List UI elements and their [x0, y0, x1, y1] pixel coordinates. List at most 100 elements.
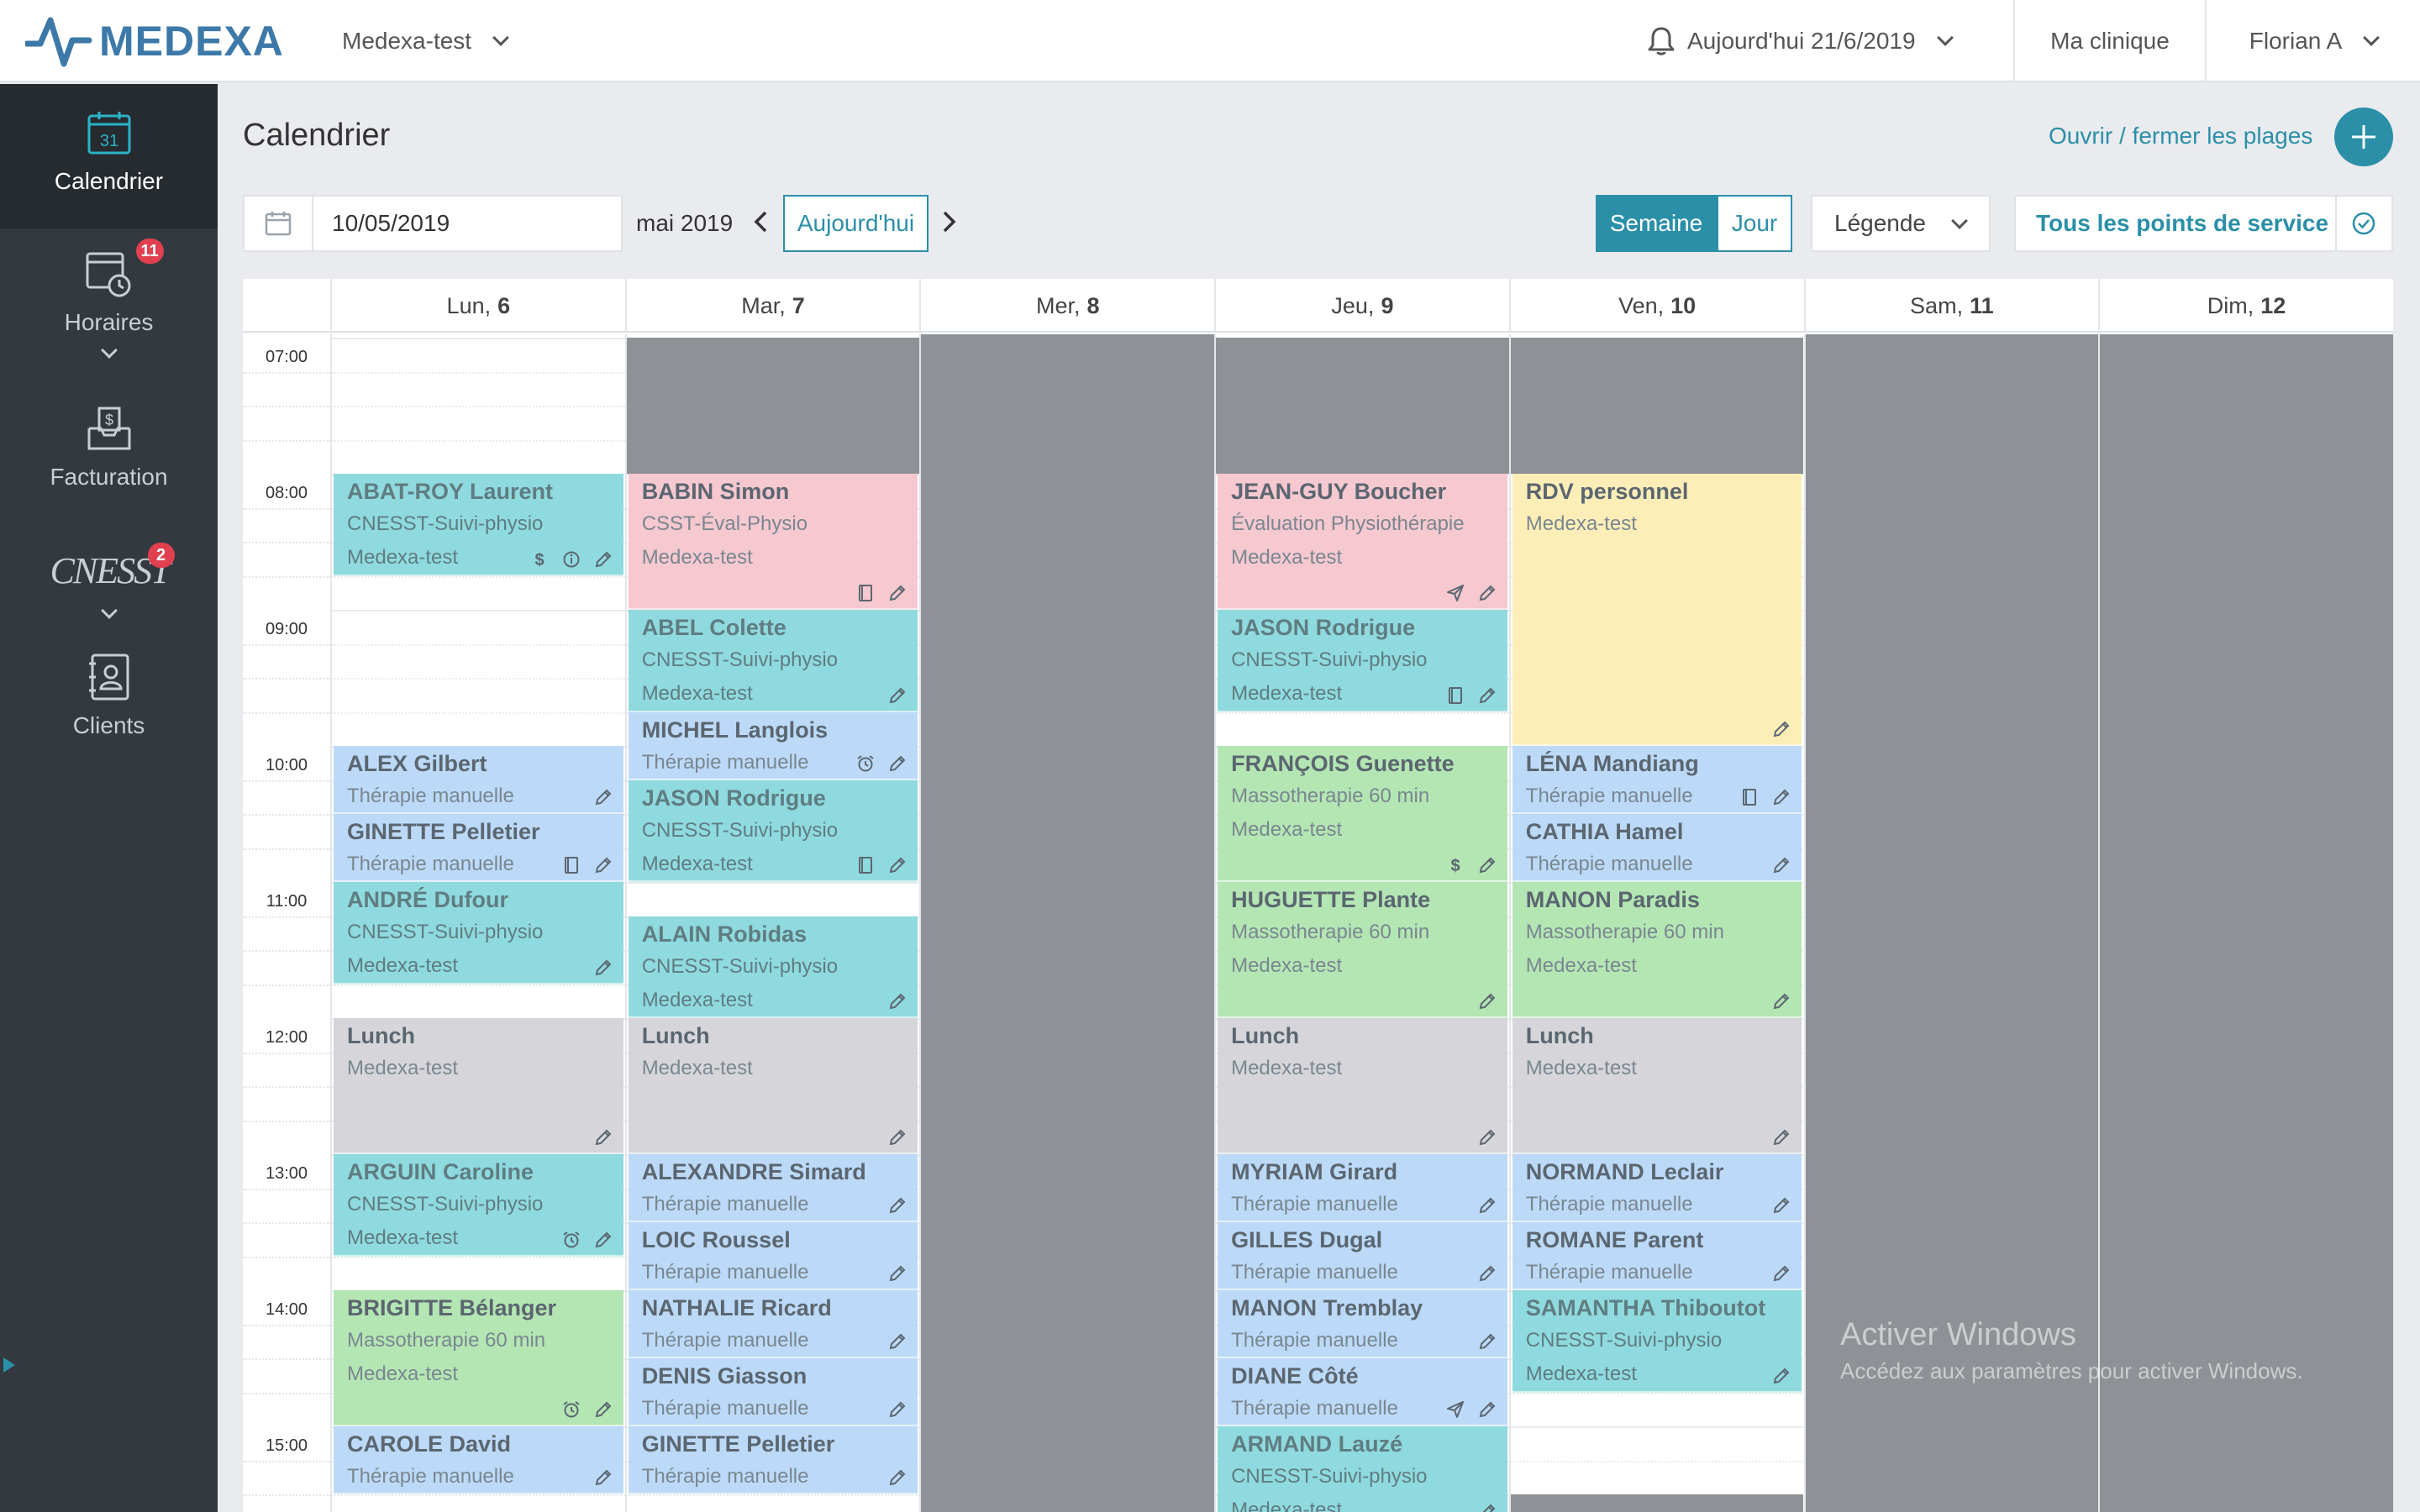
- appointment[interactable]: ARGUIN Caroline CNESST-Suivi-physio Medexa…: [334, 1154, 623, 1257]
- week-view-button[interactable]: Semaine: [1596, 195, 1717, 252]
- appointment[interactable]: ABEL Colette CNESST-Suivi-physio Medexa-te…: [628, 610, 918, 712]
- appointment[interactable]: BRIGITTE Bélanger Massotherapie 60 min Med…: [334, 1290, 623, 1426]
- day-column[interactable]: JEAN-GUY Boucher Évaluation Physiothérapi…: [1214, 334, 1509, 1512]
- document-icon[interactable]: [1739, 787, 1760, 807]
- appointment[interactable]: Lunch Medexa-test: [1512, 1018, 1802, 1154]
- next-week-button[interactable]: [937, 207, 962, 237]
- appointment[interactable]: MANON Paradis Massotherapie 60 min Medexa-…: [1512, 882, 1802, 1018]
- dollar-icon[interactable]: $: [1445, 855, 1465, 875]
- appointment[interactable]: ROMANE Parent Thérapie manuelle: [1512, 1222, 1802, 1290]
- edit-pencil-icon[interactable]: [1771, 1263, 1791, 1284]
- send-icon[interactable]: [1445, 1399, 1465, 1420]
- document-icon[interactable]: [855, 855, 876, 875]
- edit-pencil-icon[interactable]: [887, 1127, 908, 1147]
- edit-pencil-icon[interactable]: [1477, 583, 1497, 603]
- add-appointment-button[interactable]: [2334, 108, 2393, 166]
- legend-select[interactable]: Légende: [1811, 195, 1991, 252]
- info-icon[interactable]: [561, 549, 581, 570]
- day-column[interactable]: [919, 334, 1215, 1512]
- appointment[interactable]: DENIS Giasson Thérapie manuelle: [628, 1358, 918, 1426]
- service-points-check-button[interactable]: [2335, 197, 2391, 250]
- dollar-icon[interactable]: $: [529, 549, 550, 570]
- chevron-down-icon[interactable]: [100, 602, 118, 619]
- appointment[interactable]: LÉNA Mandiang Thérapie manuelle: [1512, 746, 1802, 814]
- edit-pencil-icon[interactable]: [1771, 855, 1791, 875]
- appointment[interactable]: GILLES Dugal Thérapie manuelle: [1218, 1222, 1507, 1290]
- appointment[interactable]: LOIC Roussel Thérapie manuelle: [628, 1222, 918, 1290]
- edit-pencil-icon[interactable]: [1477, 1195, 1497, 1215]
- edit-pencil-icon[interactable]: [887, 991, 908, 1011]
- edit-pencil-icon[interactable]: [1771, 787, 1791, 807]
- edit-pencil-icon[interactable]: [1477, 1399, 1497, 1420]
- edit-pencil-icon[interactable]: [593, 1399, 613, 1420]
- appointment[interactable]: SAMANTHA Thiboutot CNESST-Suivi-physio Med…: [1512, 1290, 1802, 1393]
- day-header[interactable]: Mar, 7: [624, 279, 920, 333]
- appointment[interactable]: JEAN-GUY Boucher Évaluation Physiothérapi…: [1218, 474, 1507, 610]
- document-icon[interactable]: [855, 583, 876, 603]
- date-picker-button[interactable]: [245, 197, 313, 250]
- edit-pencil-icon[interactable]: [593, 1127, 613, 1147]
- alarm-clock-icon[interactable]: [561, 1230, 581, 1250]
- sidebar-item-calendar[interactable]: 31 Calendrier: [0, 84, 218, 228]
- edit-pencil-icon[interactable]: [1477, 1263, 1497, 1284]
- edit-pencil-icon[interactable]: [1477, 1331, 1497, 1352]
- appointment[interactable]: ALEX Gilbert Thérapie manuelle: [334, 746, 623, 814]
- appointment[interactable]: JASON Rodrigue CNESST-Suivi-physio Medexa-…: [1218, 610, 1507, 712]
- alarm-clock-icon[interactable]: [855, 753, 876, 774]
- edit-pencil-icon[interactable]: [1477, 685, 1497, 706]
- edit-pencil-icon[interactable]: [593, 958, 613, 978]
- appointment[interactable]: ALEXANDRE Simard Thérapie manuelle: [628, 1154, 918, 1222]
- edit-pencil-icon[interactable]: [1771, 1366, 1791, 1386]
- alarm-clock-icon[interactable]: [561, 1399, 581, 1420]
- send-icon[interactable]: [1445, 583, 1465, 603]
- edit-pencil-icon[interactable]: [1477, 1127, 1497, 1147]
- day-column[interactable]: BABIN Simon CSST-Éval-Physio Medexa-test AB…: [624, 334, 920, 1512]
- previous-week-button[interactable]: [748, 207, 773, 237]
- edit-pencil-icon[interactable]: [887, 855, 908, 875]
- edit-pencil-icon[interactable]: [1771, 991, 1791, 1011]
- sidebar-item-cnesst[interactable]: CNESST 2: [0, 538, 218, 664]
- edit-pencil-icon[interactable]: [593, 787, 613, 807]
- edit-pencil-icon[interactable]: [887, 685, 908, 706]
- edit-pencil-icon[interactable]: [887, 583, 908, 603]
- edit-pencil-icon[interactable]: [887, 1263, 908, 1284]
- appointment[interactable]: MANON Tremblay Thérapie manuelle: [1218, 1290, 1507, 1358]
- document-icon[interactable]: [561, 855, 581, 875]
- day-header[interactable]: Mer, 8: [919, 279, 1214, 333]
- day-header[interactable]: Ven, 10: [1508, 279, 1804, 333]
- edit-pencil-icon[interactable]: [887, 1467, 908, 1488]
- appointment[interactable]: CATHIA Hamel Thérapie manuelle: [1512, 814, 1802, 882]
- edit-pencil-icon[interactable]: [1771, 1195, 1791, 1215]
- appointment[interactable]: DIANE Côté Thérapie manuelle: [1218, 1358, 1507, 1426]
- appointment[interactable]: CAROLE David Thérapie manuelle: [334, 1426, 623, 1494]
- day-header[interactable]: Jeu, 9: [1214, 279, 1509, 333]
- user-menu[interactable]: Florian A: [2207, 0, 2420, 82]
- today-select[interactable]: Aujourd'hui 21/6/2019: [1647, 0, 1954, 82]
- day-view-button[interactable]: Jour: [1717, 195, 1792, 252]
- appointment[interactable]: ARMAND Lauzé CNESST-Suivi-physio Medexa-te…: [1218, 1426, 1507, 1512]
- service-points-filter[interactable]: Tous les points de service: [2014, 195, 2393, 252]
- appointment[interactable]: NORMAND Leclair Thérapie manuelle: [1512, 1154, 1802, 1222]
- edit-pencil-icon[interactable]: [1477, 855, 1497, 875]
- day-header[interactable]: Lun, 6: [330, 279, 625, 333]
- edit-pencil-icon[interactable]: [887, 1195, 908, 1215]
- edit-pencil-icon[interactable]: [1771, 1127, 1791, 1147]
- appointment[interactable]: HUGUETTE Plante Massotherapie 60 min Medex…: [1218, 882, 1507, 1018]
- day-header[interactable]: Dim, 12: [2098, 279, 2393, 333]
- appointment[interactable]: Lunch Medexa-test: [628, 1018, 918, 1154]
- appointment[interactable]: GINETTE Pelletier Thérapie manuelle: [628, 1426, 918, 1494]
- edit-pencil-icon[interactable]: [887, 753, 908, 774]
- medexa-logo[interactable]: MEDEXA: [25, 12, 284, 71]
- day-header[interactable]: Sam, 11: [1803, 279, 2099, 333]
- edit-pencil-icon[interactable]: [887, 1399, 908, 1420]
- date-picker[interactable]: [243, 195, 623, 252]
- day-column[interactable]: ABAT-ROY Laurent CNESST-Suivi-physio Medex…: [330, 334, 625, 1512]
- document-icon[interactable]: [1445, 685, 1465, 706]
- edit-pencil-icon[interactable]: [1477, 1502, 1497, 1512]
- appointment[interactable]: ALAIN Robidas CNESST-Suivi-physio Medexa-t…: [628, 916, 918, 1018]
- appointment[interactable]: Lunch Medexa-test: [334, 1018, 623, 1154]
- edit-pencil-icon[interactable]: [593, 1467, 613, 1488]
- date-input[interactable]: [313, 210, 616, 237]
- appointment[interactable]: FRANÇOIS Guenette Massotherapie 60 min Med…: [1218, 746, 1507, 882]
- appointment[interactable]: MICHEL Langlois Thérapie manuelle: [628, 711, 918, 780]
